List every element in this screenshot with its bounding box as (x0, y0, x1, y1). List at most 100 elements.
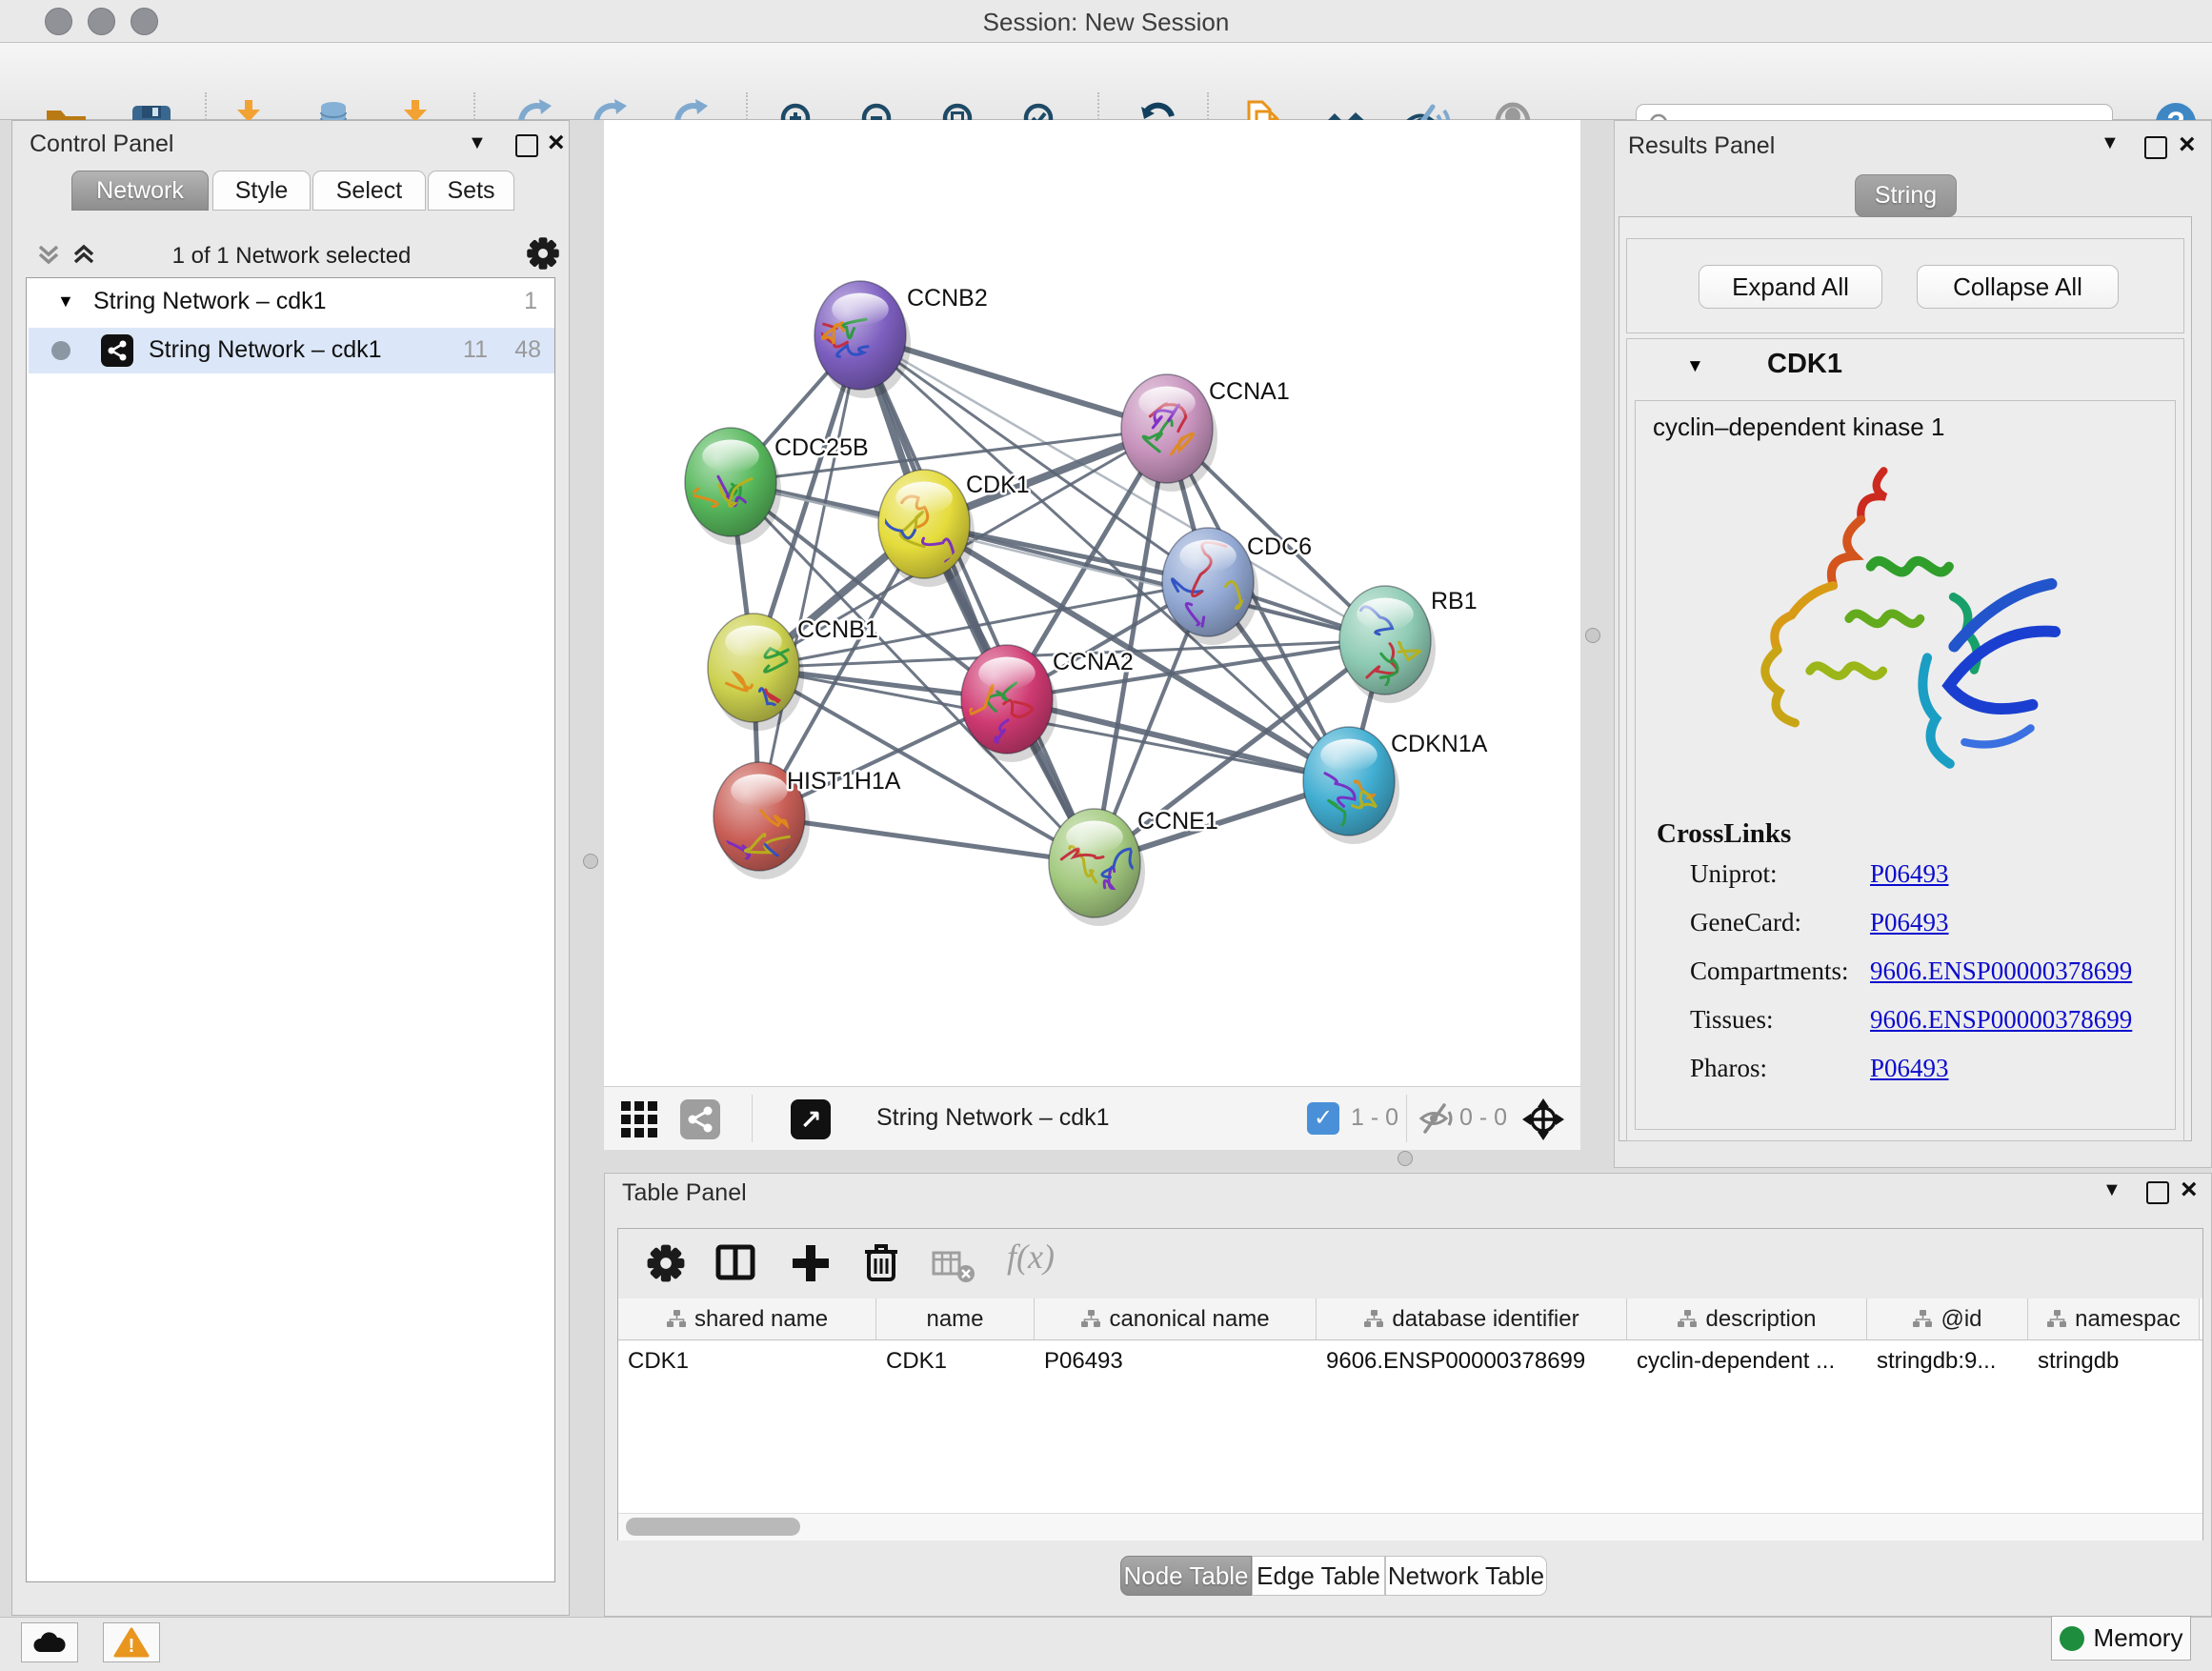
network-row-selected[interactable]: String Network – cdk1 11 48 (29, 328, 554, 373)
tab-network-table[interactable]: Network Table (1385, 1556, 1547, 1596)
crosslink-row: Pharos: P06493 (1657, 1044, 2162, 1093)
section-collapse-icon[interactable]: ▼ (1686, 356, 1704, 377)
table-panel-menu-icon[interactable]: ▼ (2102, 1179, 2122, 1201)
expand-collapse-box: Expand All Collapse All (1626, 238, 2184, 333)
network-edge-CCNB2-HIST1H1A[interactable] (759, 335, 860, 816)
cloud-status-button[interactable] (21, 1622, 78, 1662)
delete-column-icon[interactable] (858, 1238, 904, 1284)
column-header--id[interactable]: @id (1867, 1299, 2028, 1339)
workspace: Control Panel ▼ × NetworkStyleSelectSets… (0, 120, 2212, 1617)
network-node-RB1[interactable] (1339, 586, 1436, 703)
table-gear-icon[interactable] (645, 1242, 687, 1284)
memory-label: Memory (2094, 1623, 2183, 1653)
column-header-canonical-name[interactable]: canonical name (1035, 1299, 1317, 1339)
node-table: shared namenamecanonical namedatabase id… (618, 1299, 2202, 1513)
tab-select[interactable]: Select (312, 171, 426, 211)
node-detail-box: cyclin–dependent kinase 1 (1635, 400, 2176, 1130)
network-selection-status: 1 of 1 Network selected (12, 243, 571, 270)
network-canvas[interactable]: CCNB2CCNA1CDC25BCDK1CDC6RB1CCNB1CCNA2CDK… (604, 120, 1580, 1086)
table-panel-close-icon[interactable]: × (2181, 1174, 2198, 1206)
crosslink-row: Tissues:9606.ENSP00000378699 (1657, 996, 2162, 1044)
crosslink-label: Compartments: (1690, 956, 1848, 986)
delete-table-icon[interactable] (931, 1244, 976, 1286)
network-node-CDK1[interactable] (878, 470, 975, 587)
tab-sets[interactable]: Sets (428, 171, 514, 211)
network-node-count: 11 (463, 336, 488, 364)
collection-label: String Network – cdk1 (93, 288, 327, 315)
column-header-description[interactable]: description (1627, 1299, 1867, 1339)
hidden-eye-slash-icon[interactable] (1418, 1102, 1456, 1135)
column-header-database-identifier[interactable]: database identifier (1317, 1299, 1627, 1339)
network-node-CCNA1[interactable] (1121, 374, 1217, 492)
table-hscrollbar-track[interactable] (618, 1513, 2202, 1540)
table-cell: stringdb (2028, 1340, 2200, 1382)
crosslink-link[interactable]: 9606.ENSP00000378699 (1870, 956, 2132, 986)
function-builder-icon[interactable]: f(x) (1007, 1237, 1055, 1277)
network-collection-row[interactable]: ▼ String Network – cdk1 1 (27, 286, 554, 322)
tab-edge-table[interactable]: Edge Table (1252, 1556, 1385, 1596)
collection-count: 1 (524, 288, 537, 315)
svg-text:↗: ↗ (799, 1105, 821, 1135)
vertical-splitter-handle[interactable] (583, 854, 598, 869)
results-panel-close-icon[interactable]: × (2179, 129, 2196, 161)
node-label-RB1: RB1 (1431, 588, 1478, 614)
selected-checkbox[interactable]: ✓ (1307, 1102, 1339, 1135)
expand-all-button[interactable]: Expand All (1699, 265, 1882, 309)
network-node-CCNA2[interactable] (961, 645, 1057, 762)
tree-collapse-icon[interactable]: ▼ (57, 292, 74, 312)
table-cell: P06493 (1035, 1340, 1317, 1382)
svg-text:!: ! (129, 1636, 135, 1657)
network-node-CDC25B[interactable] (685, 428, 781, 545)
memory-button[interactable]: Memory (2051, 1616, 2191, 1661)
table-header-row: shared namenamecanonical namedatabase id… (618, 1299, 2202, 1340)
results-panel-menu-icon[interactable]: ▼ (2101, 132, 2120, 154)
network-list-gear-icon[interactable] (525, 235, 561, 272)
open-in-window-icon[interactable]: ↗ (791, 1099, 831, 1139)
table-panel-float-icon[interactable] (2146, 1181, 2169, 1204)
protein-structure-image[interactable] (1679, 453, 2098, 801)
network-graph: CCNB2CCNA1CDC25BCDK1CDC6RB1CCNB1CCNA2CDK… (604, 120, 1580, 1086)
horizontal-splitter-handle[interactable] (1398, 1151, 1413, 1166)
grid-view-icon[interactable] (619, 1099, 659, 1139)
node-label-CDKN1A: CDKN1A (1391, 731, 1488, 757)
tab-style[interactable]: Style (212, 171, 311, 211)
main-toolbar: ? (0, 43, 2212, 120)
control-panel-close-icon[interactable]: × (548, 127, 565, 159)
control-panel-float-icon[interactable] (515, 134, 538, 157)
crosslink-link[interactable]: P06493 (1870, 908, 1949, 937)
column-header-namespac[interactable]: namespac (2028, 1299, 2200, 1339)
network-node-CDKN1A[interactable] (1303, 727, 1399, 844)
table-hscrollbar-thumb[interactable] (626, 1518, 800, 1536)
crosslink-link[interactable]: P06493 (1870, 1054, 1949, 1083)
node-label-CDC25B: CDC25B (774, 434, 869, 461)
column-header-shared-name[interactable]: shared name (618, 1299, 876, 1339)
collapse-all-button[interactable]: Collapse All (1917, 265, 2119, 309)
add-column-icon[interactable] (788, 1240, 834, 1286)
tab-network[interactable]: Network (71, 171, 209, 211)
network-node-CCNB1[interactable] (708, 614, 804, 735)
control-panel-menu-icon[interactable]: ▼ (468, 132, 487, 154)
results-panel-float-icon[interactable] (2144, 136, 2167, 159)
show-columns-icon[interactable] (714, 1240, 759, 1286)
node-label-CDK1: CDK1 (966, 472, 1030, 498)
birds-eye-icon[interactable] (1520, 1097, 1566, 1142)
tab-node-table[interactable]: Node Table (1120, 1556, 1252, 1596)
column-header-name[interactable]: name (876, 1299, 1035, 1339)
network-node-CCNE1[interactable] (1049, 809, 1145, 926)
network-label: String Network – cdk1 (149, 336, 382, 364)
hierarchy-icon (666, 1309, 687, 1330)
network-node-CCNB2[interactable] (814, 281, 911, 398)
crosslink-row: Compartments: 9606.ENSP00000378699 (1657, 947, 2162, 996)
network-type-icon (101, 334, 133, 367)
selected-counts: 1 - 0 (1351, 1104, 1398, 1132)
network-view-type-icon[interactable] (680, 1099, 720, 1139)
warnings-button[interactable]: ! (103, 1622, 160, 1662)
vertical-splitter-handle[interactable] (1585, 628, 1600, 643)
node-label-CCNB1: CCNB1 (797, 616, 878, 643)
crosslink-link[interactable]: P06493 (1870, 859, 1949, 889)
node-label-CCNA1: CCNA1 (1209, 378, 1290, 405)
crosslink-label: Pharos: (1690, 1054, 1767, 1083)
table-row[interactable]: CDK1CDK1P064939606.ENSP00000378699cyclin… (618, 1340, 2202, 1382)
tab-string[interactable]: String (1855, 174, 1957, 217)
crosslink-link[interactable]: 9606.ENSP00000378699 (1870, 1005, 2132, 1035)
